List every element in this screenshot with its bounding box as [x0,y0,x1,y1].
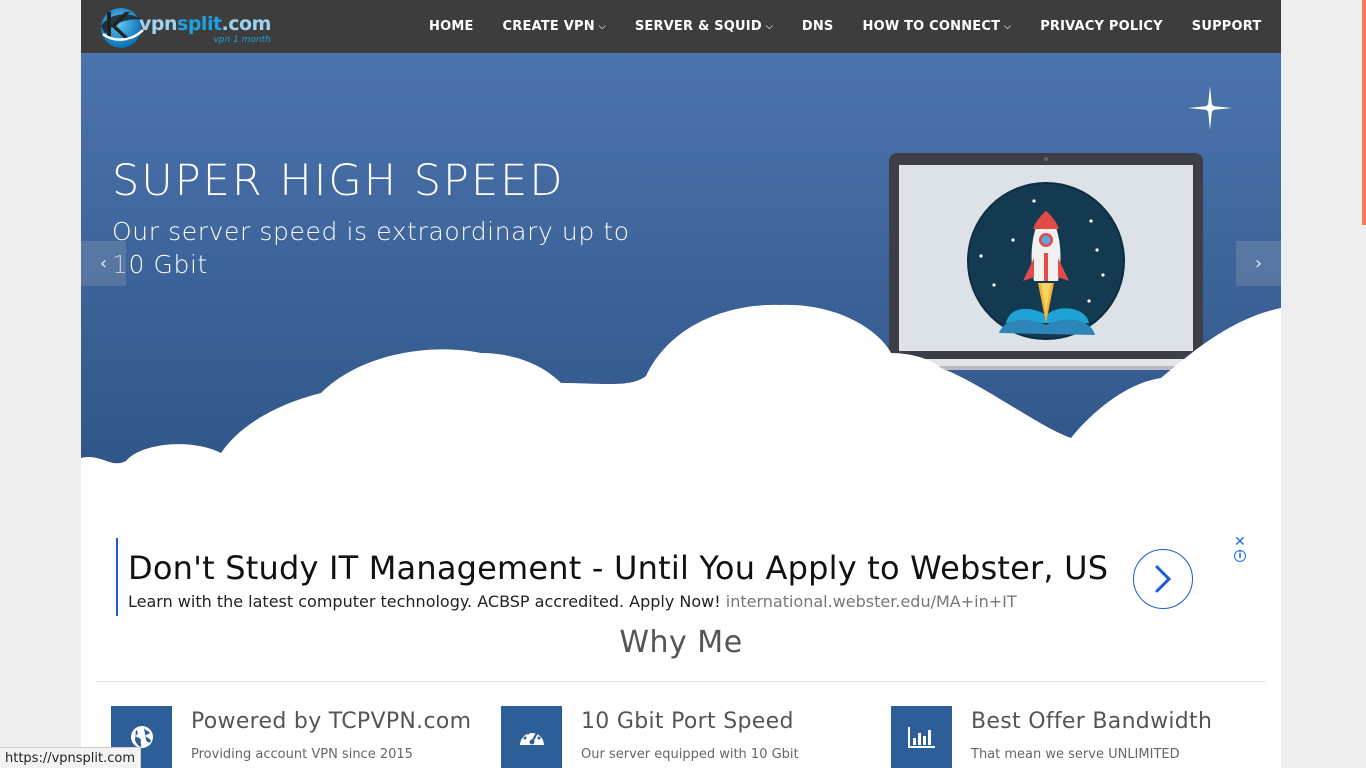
feature-icon-box [501,706,562,768]
feature-title: Powered by TCPVPN.com [191,709,472,734]
hero-subtitle: Our server speed is extraordinary up to … [112,217,630,279]
bar-chart-icon [907,727,935,748]
feature-icon-box [891,706,952,768]
nav-create-vpn[interactable]: CREATE VPN ⌵ [488,19,620,34]
feature-description: Providing account VPN since 2015 [191,747,413,762]
nav-home[interactable]: HOME [414,19,488,34]
nav-support-label: SUPPORT [1191,19,1262,34]
feature-item: Best Offer Bandwidth That mean we serve … [891,706,1271,768]
nav-dns-label: DNS [801,19,834,34]
laptop-illustration [853,153,1239,370]
nav-privacy-policy-label: PRIVACY POLICY [1040,19,1163,34]
nav-how-to-connect-label: HOW TO CONNECT [862,19,1001,34]
main-menu: HOME CREATE VPN ⌵ SERVER & SQUID ⌵ DNS HOW… [414,0,1276,53]
why-me-heading: Why Me [619,625,743,660]
chevron-right-icon: › [1254,253,1263,274]
ad-banner[interactable]: Don't Study IT Management - Until You Ap… [116,534,1256,618]
feature-description: Our server equipped with 10 Gbit [581,747,799,762]
feature-item: 10 Gbit Port Speed Our server equipped w… [501,706,881,768]
ad-headline[interactable]: Don't Study IT Management - Until You Ap… [128,549,1108,587]
site-logo[interactable]: vpnsplit.com vpn 1 month [97,4,271,50]
ad-info-icon[interactable]: i [1234,550,1246,562]
nav-privacy-policy[interactable]: PRIVACY POLICY [1026,19,1178,34]
ad-open-button[interactable] [1133,549,1193,609]
browser-status-bar: https://vpnsplit.com [0,747,142,768]
status-url: https://vpnsplit.com [5,750,136,766]
nav-server-squid-label: SERVER & SQUID [634,19,762,34]
logo-tagline: vpn 1 month [213,35,271,45]
feature-title: 10 Gbit Port Speed [581,709,794,734]
logo-text-vpn: vpn [139,13,178,35]
nav-support[interactable]: SUPPORT [1177,19,1276,34]
slider-prev-button[interactable]: ‹ [81,241,126,286]
feature-item: Powered by TCPVPN.com Providing account … [111,706,491,768]
hero-slider: SUPER HIGH SPEED Our server speed is ext… [81,53,1281,483]
ad-url[interactable]: international.webster.edu/MA+in+IT [726,592,1017,611]
feature-title: Best Offer Bandwidth [971,709,1213,734]
ad-description-text: Learn with the latest computer technolog… [128,592,721,611]
nav-how-to-connect[interactable]: HOW TO CONNECT ⌵ [848,19,1026,34]
slider-next-button[interactable]: › [1236,241,1281,286]
nav-create-vpn-label: CREATE VPN [502,19,595,34]
chevron-down-icon: ⌵ [1004,21,1012,32]
nav-dns[interactable]: DNS [787,19,848,34]
chevron-down-icon: ⌵ [765,21,773,32]
ad-accent-bar [116,538,118,616]
top-navbar: vpnsplit.com vpn 1 month HOME CREATE VPN… [81,0,1281,53]
hero-title: SUPER HIGH SPEED [112,156,565,206]
ad-description: Learn with the latest computer technolog… [128,592,1017,611]
chevron-left-icon: ‹ [99,253,108,274]
ad-close-icon[interactable]: ✕ [1234,534,1246,550]
feature-description: That mean we serve UNLIMITED [971,747,1180,762]
logo-text-split: split [177,13,222,35]
page: vpnsplit.com vpn 1 month HOME CREATE VPN… [81,0,1281,768]
chevron-right-icon [1155,565,1172,593]
chevron-down-icon: ⌵ [598,21,606,32]
nav-server-squid[interactable]: SERVER & SQUID ⌵ [620,19,787,34]
section-divider [96,681,1266,682]
speedometer-icon [519,729,544,745]
scroll-progress-indicator [1362,0,1366,225]
logo-text-domain: .com [221,13,272,35]
nav-home-label: HOME [428,19,474,34]
